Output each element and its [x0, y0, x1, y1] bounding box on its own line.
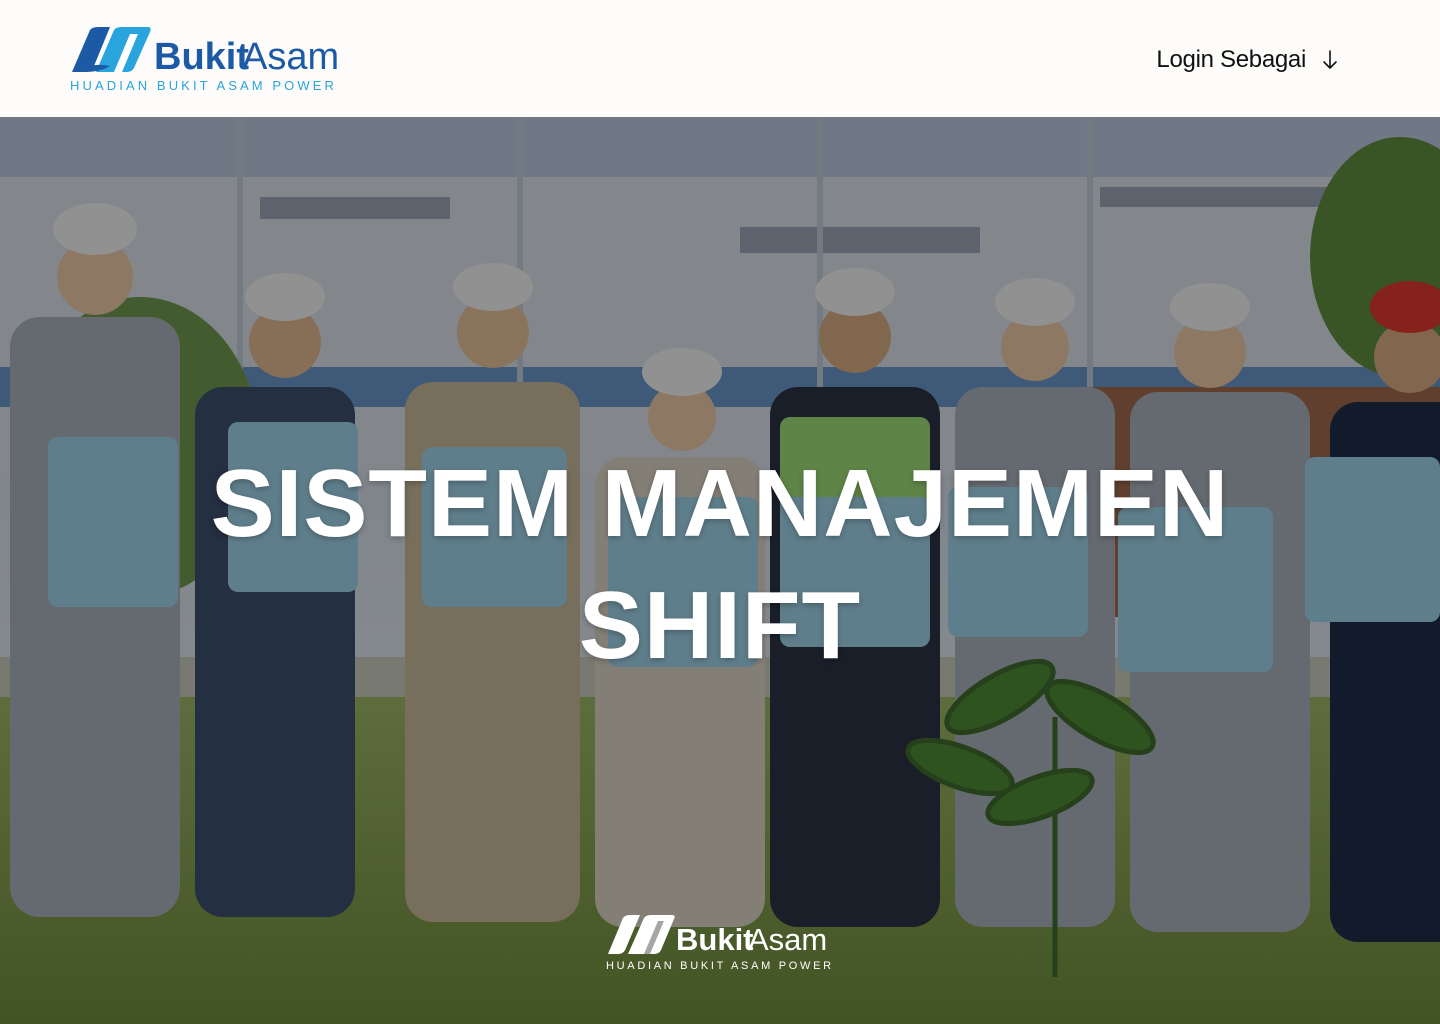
- top-nav-bar: Bukit Asam HUADIAN BUKIT ASAM POWER Logi…: [0, 0, 1440, 117]
- footer-logo-wordmark-light: Asam: [748, 922, 827, 957]
- hero-section: SISTEM MANAJEMEN SHIFT Bukit Asam HUADIA…: [0, 117, 1440, 1024]
- bukit-asam-logo-graphic: Bukit Asam HUADIAN BUKIT ASAM POWER: [70, 27, 339, 93]
- arrow-down-icon[interactable]: [1322, 50, 1338, 70]
- footer-company-logo: Bukit Asam HUADIAN BUKIT ASAM POWER: [606, 914, 838, 974]
- company-logo[interactable]: Bukit Asam HUADIAN BUKIT ASAM POWER: [70, 26, 340, 94]
- hero-title-line-2: SHIFT: [578, 572, 862, 679]
- login-as-dropdown[interactable]: Login Sebagai: [1156, 40, 1338, 80]
- logo-wordmark-bold: Bukit: [154, 36, 249, 78]
- footer-logo-graphic: Bukit Asam HUADIAN BUKIT ASAM POWER: [606, 915, 834, 972]
- footer-logo-wordmark-bold: Bukit: [676, 922, 754, 957]
- footer-logo-tagline: HUADIAN BUKIT ASAM POWER: [606, 960, 834, 972]
- hero-title: SISTEM MANAJEMEN SHIFT: [0, 443, 1440, 687]
- logo-tagline: HUADIAN BUKIT ASAM POWER: [70, 78, 337, 93]
- hero-title-line-1: SISTEM MANAJEMEN: [210, 450, 1230, 557]
- login-as-label[interactable]: Login Sebagai: [1156, 46, 1306, 74]
- logo-wordmark-light: Asam: [242, 36, 339, 78]
